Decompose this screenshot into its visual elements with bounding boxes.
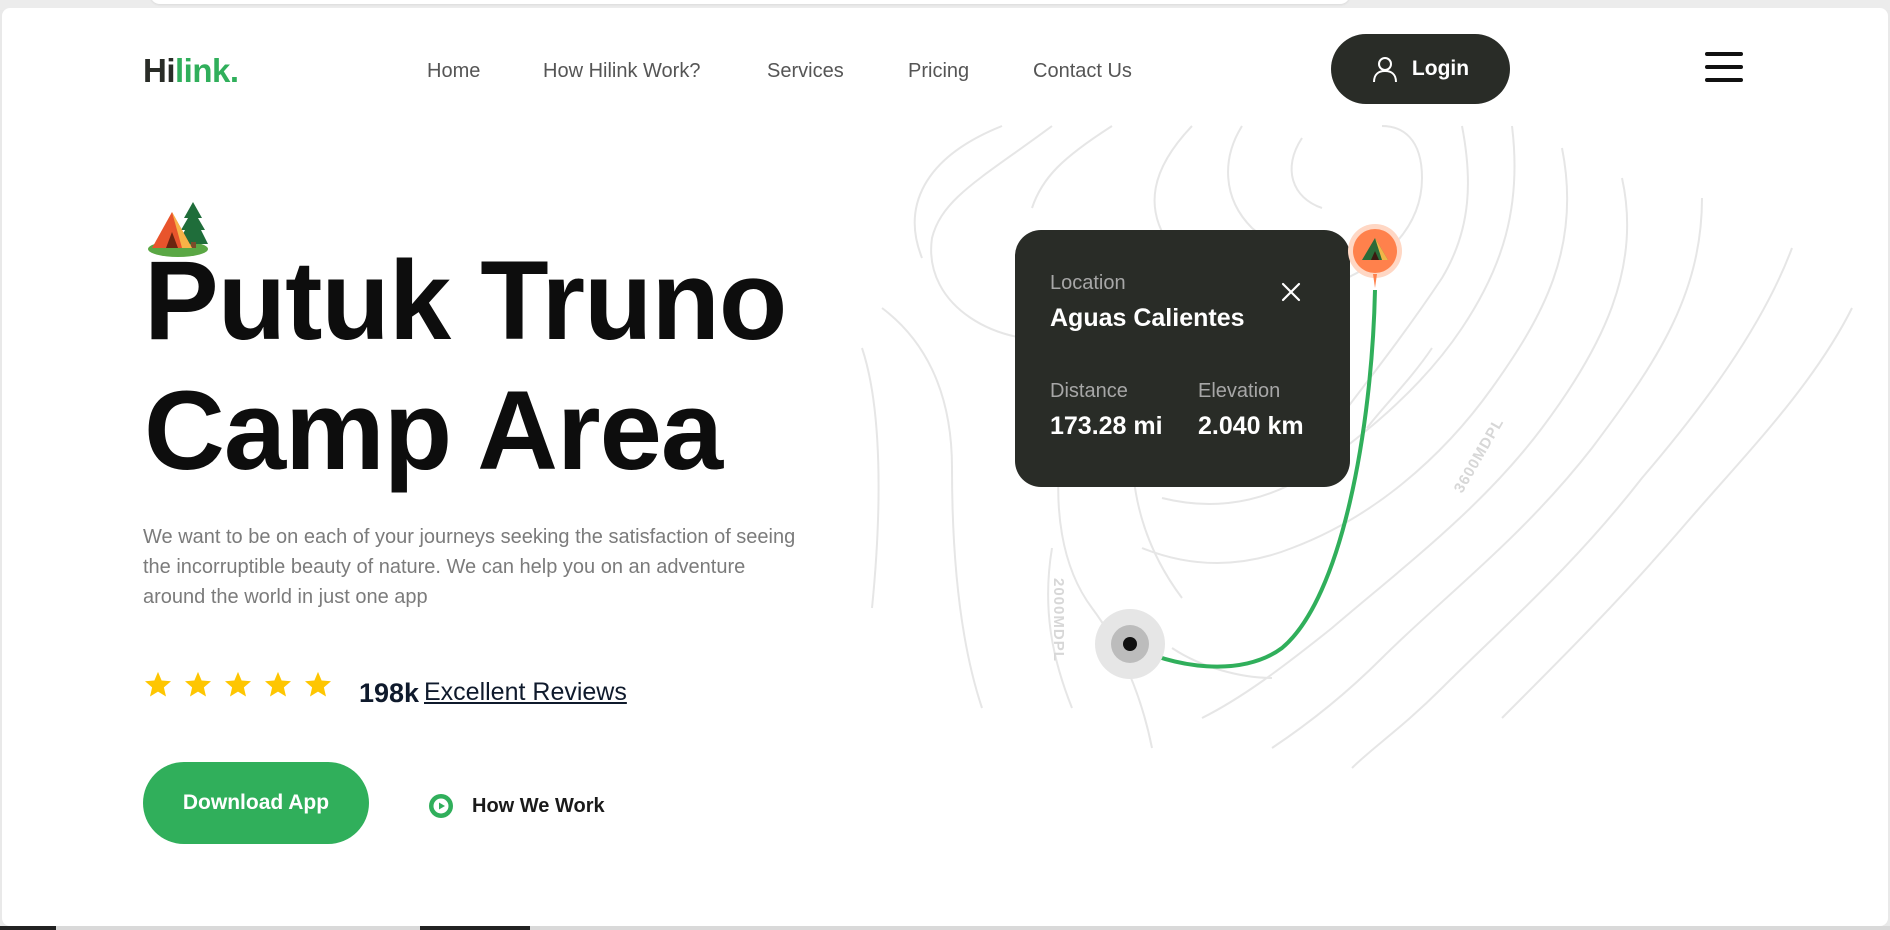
- nav-home[interactable]: Home: [427, 60, 480, 83]
- nav-services[interactable]: Services: [767, 60, 844, 83]
- location-value: Aguas Calientes: [1050, 304, 1245, 332]
- play-icon: [429, 794, 453, 818]
- nav-how-hilink-work[interactable]: How Hilink Work?: [543, 60, 700, 83]
- close-icon[interactable]: [1281, 282, 1301, 302]
- star-icon: [305, 671, 331, 697]
- logo[interactable]: Hilink.: [143, 52, 239, 90]
- hero-title-line-1: Putuk Truno: [144, 238, 787, 363]
- how-we-work-button[interactable]: How We Work: [428, 793, 605, 819]
- login-button[interactable]: Login: [1331, 34, 1510, 104]
- elevation-value: 2.040 km: [1198, 412, 1304, 440]
- logo-part-hi: Hi: [143, 52, 176, 89]
- start-point-marker: [1095, 609, 1165, 679]
- star-icon: [265, 671, 291, 697]
- user-icon: [1372, 57, 1397, 83]
- browser-bottom-strip: [0, 926, 1890, 930]
- location-card: Location Aguas Calientes Distance 173.28…: [1015, 230, 1350, 487]
- login-label: Login: [1411, 57, 1470, 80]
- star-icon: [225, 671, 251, 697]
- star-icon: [145, 671, 171, 697]
- map-pin-icon[interactable]: [1346, 222, 1404, 296]
- location-label: Location: [1050, 272, 1126, 294]
- contour-label-2000: 2000MDPL: [1050, 578, 1067, 662]
- elevation-label: Elevation: [1198, 380, 1281, 402]
- address-bar-edge: [150, 0, 1350, 4]
- hero-description: We want to be on each of your journeys s…: [143, 526, 796, 608]
- contour-label-3600: 3600MDPL: [1451, 415, 1508, 496]
- distance-label: Distance: [1050, 380, 1128, 402]
- download-app-button[interactable]: Download App: [143, 762, 369, 844]
- logo-part-link: link.: [175, 52, 239, 89]
- hero-title-line-2: Camp Area: [144, 368, 723, 493]
- star-icon: [185, 671, 211, 697]
- nav-contact-us[interactable]: Contact Us: [1033, 60, 1132, 83]
- how-we-work-label: How We Work: [472, 794, 605, 817]
- nav-pricing[interactable]: Pricing: [908, 60, 969, 83]
- distance-value: 173.28 mi: [1050, 412, 1163, 440]
- reviews-count: 198k: [359, 678, 420, 708]
- hero-title: Putuk Truno Camp Area: [144, 236, 904, 496]
- reviews-link[interactable]: Excellent Reviews: [424, 678, 627, 707]
- menu-icon[interactable]: [1705, 52, 1743, 82]
- page: 2000MDPL 3600MDPL Hilink. Home How Hilin…: [2, 8, 1888, 926]
